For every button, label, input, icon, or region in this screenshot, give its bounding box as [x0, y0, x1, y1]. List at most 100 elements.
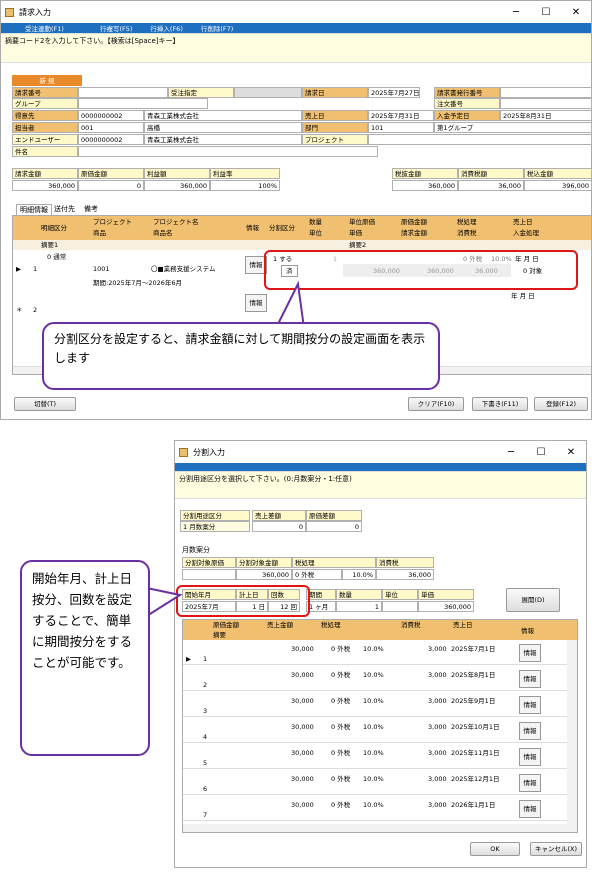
label-seikyu-kingaku: 請求金額 — [12, 168, 78, 179]
label-zeikomi: 税込金額 — [524, 168, 592, 179]
value-zeishori[interactable]: 0 外税 — [292, 569, 342, 580]
tanto-name: 高橋 — [144, 122, 302, 133]
split-row-amount[interactable]: 30,000 — [291, 800, 314, 810]
input-hakko-no[interactable] — [500, 87, 592, 98]
split-vscroll[interactable] — [567, 640, 577, 824]
maximize-icon[interactable]: ☐ — [531, 7, 561, 18]
input-bumon-code[interactable]: 101 — [368, 122, 434, 133]
register-button[interactable]: 登録(F12) — [534, 397, 588, 411]
row1-shohin[interactable]: 1001 — [93, 264, 110, 274]
row-tekiyo1: 摘要1 — [41, 241, 59, 249]
tenkai-button[interactable]: 展開(D) — [506, 588, 560, 612]
split-row-rate: 10.0% — [363, 697, 384, 705]
row2-info-button[interactable]: 情報 — [245, 294, 267, 312]
input-enduser-code[interactable]: 0000000002 — [78, 134, 144, 145]
split-row-info-button[interactable]: 情報 — [519, 774, 541, 792]
value-shohizei: 36,000 — [458, 180, 524, 191]
value-shohizei2: 36,000 — [376, 569, 434, 580]
bunkatsu-maximize-icon[interactable]: ☐ — [526, 447, 556, 458]
split-row-date[interactable]: 2025年9月1日 — [451, 696, 495, 706]
input-group[interactable] — [78, 98, 208, 109]
label-tanka: 単価 — [418, 589, 474, 600]
input-tokui-code[interactable]: 0000000002 — [78, 110, 144, 121]
split-row-info-button[interactable]: 情報 — [519, 644, 541, 662]
tab-meisai[interactable]: 明細情報 — [16, 204, 52, 215]
split-row-date[interactable]: 2025年12月1日 — [451, 774, 499, 784]
input-tanka[interactable]: 360,000 — [418, 601, 474, 612]
bumon-name: 第1グループ — [434, 122, 592, 133]
input-tani[interactable] — [382, 601, 418, 612]
split-row-zei[interactable]: 0 外税 — [331, 670, 350, 680]
input-seikyu-bi[interactable]: 2025年7月27日 — [368, 87, 420, 98]
draft-button[interactable]: 下書き(F11) — [472, 397, 528, 411]
split-row-zei[interactable]: 0 外税 — [331, 800, 350, 810]
scol-tekiyo: 摘要 — [213, 631, 226, 639]
split-row-date[interactable]: 2026年1月1日 — [451, 800, 495, 810]
split-row-info-button[interactable]: 情報 — [519, 722, 541, 740]
label-group: グループ — [12, 98, 78, 109]
input-seikyu-no[interactable] — [78, 87, 168, 98]
split-row-amount[interactable]: 30,000 — [291, 670, 314, 680]
split-row: 5 30,000 0 外税 10.0% 3,000 2025年11月1日 情報 — [183, 744, 577, 769]
split-row-date[interactable]: 2025年8月1日 — [451, 670, 495, 680]
split-row-amount[interactable]: 30,000 — [291, 774, 314, 784]
tab-biko[interactable]: 備考 — [84, 204, 98, 214]
menu-item-juchu[interactable]: 受注連動(F1) — [25, 23, 64, 33]
tokui-name: 青森工業株式会社 — [144, 110, 302, 121]
bunkatsu-close-icon[interactable]: ✕ — [556, 447, 586, 458]
split-row-info-button[interactable]: 情報 — [519, 670, 541, 688]
split-row-tax: 3,000 — [428, 697, 447, 705]
bunkatsu-title-bar: 分割入力 ─ ☐ ✕ — [175, 441, 586, 463]
split-row-info-button[interactable]: 情報 — [519, 696, 541, 714]
split-row-zei[interactable]: 0 外税 — [331, 722, 350, 732]
split-row-info-button[interactable]: 情報 — [519, 800, 541, 818]
col-tax: 消費税 — [457, 229, 477, 237]
bunkatsu-minimize-icon[interactable]: ─ — [496, 447, 526, 458]
label-riekiritsu: 利益率 — [210, 168, 280, 179]
split-row-zei[interactable]: 0 外税 — [331, 644, 350, 654]
split-row-tax: 3,000 — [428, 645, 447, 653]
split-row-zei[interactable]: 0 外税 — [331, 748, 350, 758]
menu-item-copy-row[interactable]: 行複写(F5) — [100, 23, 132, 33]
row1-kubun[interactable]: 0 通常 — [47, 252, 66, 262]
input-kikan[interactable]: 1 ヶ月 — [306, 601, 336, 612]
split-row-amount[interactable]: 30,000 — [291, 748, 314, 758]
cancel-button[interactable]: キャンセル(X) — [530, 842, 582, 856]
kirikae-button[interactable]: 切替(T) — [14, 397, 76, 411]
input-chumon-no[interactable] — [500, 98, 592, 109]
input-project[interactable] — [368, 134, 592, 145]
minimize-icon[interactable]: ─ — [501, 7, 531, 18]
input-uriage-bi[interactable]: 2025年7月31日 — [368, 110, 434, 121]
split-hscroll[interactable] — [183, 824, 577, 832]
input-kenmei[interactable] — [78, 146, 378, 157]
split-row-date[interactable]: 2025年10月1日 — [451, 722, 499, 732]
label-juchu: 受注指定 — [168, 87, 234, 98]
clear-button[interactable]: クリア(F10) — [408, 397, 464, 411]
split-row-zei[interactable]: 0 外税 — [331, 696, 350, 706]
row2-uribi[interactable]: 年 月 日 — [511, 291, 535, 301]
split-row-no: 2 — [203, 681, 208, 689]
input-juchu[interactable] — [234, 87, 302, 98]
split-grid-header — [183, 620, 577, 640]
input-tanto-code[interactable]: 001 — [78, 122, 144, 133]
split-row-tax: 3,000 — [428, 801, 447, 809]
split-row-date[interactable]: 2025年7月1日 — [451, 644, 495, 654]
split-row-date[interactable]: 2025年11月1日 — [451, 748, 499, 758]
col-zei: 税処理 — [457, 218, 477, 226]
input-nyukin-bi[interactable]: 2025年8月31日 — [500, 110, 592, 121]
split-row-amount[interactable]: 30,000 — [291, 722, 314, 732]
split-row-amount[interactable]: 30,000 — [291, 696, 314, 706]
label-yoto: 分割用途区分 — [180, 510, 250, 521]
split-row-zei[interactable]: 0 外税 — [331, 774, 350, 784]
split-row-amount[interactable]: 30,000 — [291, 644, 314, 654]
ok-button[interactable]: OK — [470, 842, 520, 856]
menu-item-insert-row[interactable]: 行挿入(F6) — [150, 23, 182, 33]
input-suryo[interactable]: 1 — [336, 601, 382, 612]
split-row-pointer-icon: ▶ — [186, 655, 191, 663]
bunkatsu-app-icon — [179, 447, 188, 457]
input-yoto[interactable]: 1 月数案分 — [180, 521, 250, 532]
tab-sofusaki[interactable]: 送付先 — [54, 204, 75, 214]
menu-item-delete-row[interactable]: 行削除(F7) — [201, 23, 233, 33]
split-row-info-button[interactable]: 情報 — [519, 748, 541, 766]
close-icon[interactable]: ✕ — [561, 7, 591, 18]
